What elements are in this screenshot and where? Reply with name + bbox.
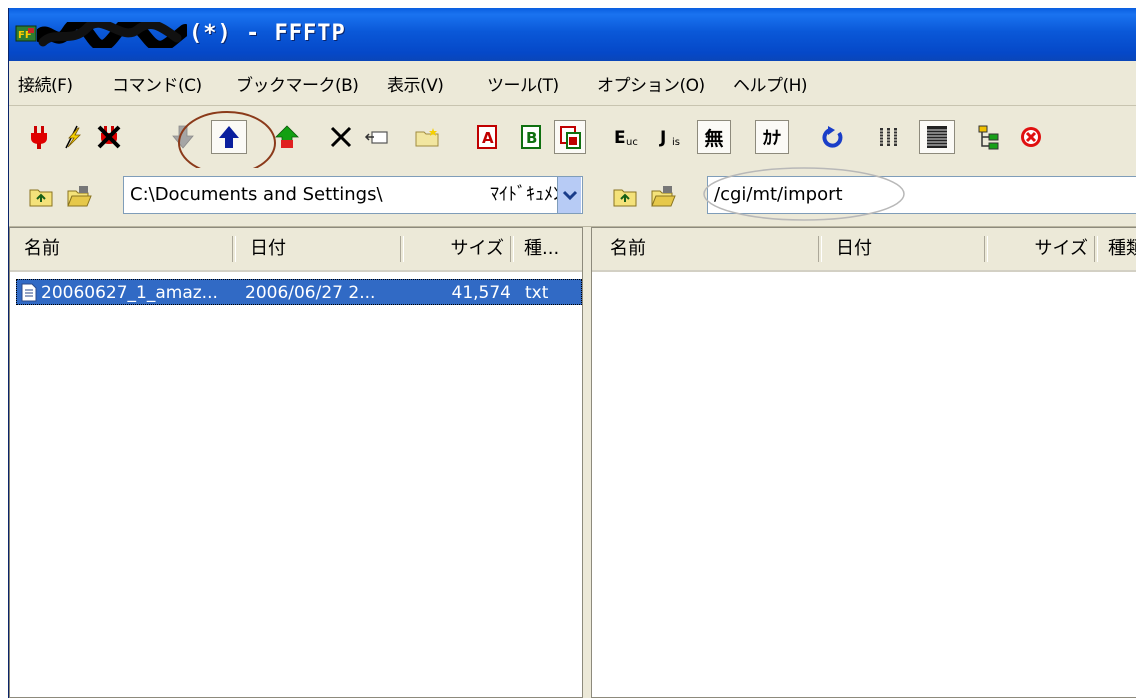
local-path-dropdown-button[interactable] bbox=[557, 177, 581, 213]
remote-list-header: 名前 日付 サイズ 種類 bbox=[592, 228, 1136, 272]
euc-subscript: uc bbox=[626, 137, 638, 148]
ffftp-window: FF (*) - FFFTP 接続(F) コマンド(C) ブックマーク(B) 表… bbox=[8, 8, 1136, 698]
table-row[interactable]: 20060627_1_amaz... 2006/06/27 2... 41,57… bbox=[16, 279, 582, 305]
remote-parent-folder-icon[interactable] bbox=[611, 182, 639, 210]
refresh-button[interactable] bbox=[817, 120, 849, 154]
auto-mode-button[interactable] bbox=[554, 120, 586, 154]
local-file-list[interactable]: 名前 日付 サイズ 種... 20060627_1_amaz... 2006/0… bbox=[9, 227, 583, 698]
jis-subscript: is bbox=[672, 137, 680, 148]
local-col-name[interactable]: 名前 bbox=[24, 228, 224, 270]
list-view-button[interactable] bbox=[873, 120, 905, 154]
local-list-header: 名前 日付 サイズ 種... bbox=[10, 228, 582, 272]
binary-mode-label: B bbox=[526, 129, 537, 147]
local-path-text: C:\Documents and Settings\ bbox=[130, 184, 383, 205]
auto-mode-icon bbox=[560, 126, 581, 149]
tree-button[interactable] bbox=[973, 120, 1005, 154]
local-col-type[interactable]: 種... bbox=[524, 228, 574, 270]
menu-connect[interactable]: 接続(F) bbox=[18, 71, 73, 96]
remote-col-size[interactable]: サイズ bbox=[994, 228, 1088, 270]
stop-icon bbox=[1021, 127, 1041, 147]
delete-icon bbox=[330, 126, 352, 148]
mkdir-icon bbox=[415, 128, 439, 147]
list-view-icon bbox=[879, 128, 899, 146]
mkdir-button[interactable] bbox=[411, 120, 443, 154]
local-parent-folder-icon[interactable] bbox=[27, 182, 55, 210]
delete-button[interactable] bbox=[325, 120, 357, 154]
ascii-mode-icon: A bbox=[477, 125, 497, 149]
local-open-folder-icon[interactable] bbox=[65, 182, 93, 210]
tree-icon bbox=[978, 125, 999, 150]
quick-connect-button[interactable] bbox=[57, 120, 89, 154]
menu-view[interactable]: 表示(V) bbox=[387, 71, 444, 96]
window-title: (*) - FFFTP bbox=[189, 21, 346, 46]
no-convert-icon: 無 bbox=[704, 127, 724, 150]
app-icon: FF bbox=[15, 25, 37, 42]
ascii-mode-button[interactable]: A bbox=[471, 120, 503, 154]
menu-tools[interactable]: ツール(T) bbox=[487, 71, 559, 96]
euc-label: E bbox=[614, 128, 626, 148]
jis-label: J bbox=[659, 128, 666, 148]
file-type: txt bbox=[525, 283, 549, 303]
detail-view-button[interactable] bbox=[919, 120, 955, 154]
kana-convert-icon: ｶﾅ bbox=[763, 128, 781, 149]
path-bar: C:\Documents and Settings\ ﾏｲﾄﾞｷｭﾒﾝﾄ /cg… bbox=[9, 167, 1136, 227]
menu-help[interactable]: ヘルプ(H) bbox=[733, 71, 808, 96]
local-col-size[interactable]: サイズ bbox=[410, 228, 504, 270]
quick-connect-icon bbox=[65, 125, 81, 149]
remote-col-date[interactable]: 日付 bbox=[836, 228, 976, 270]
euc-button[interactable]: E uc bbox=[611, 120, 649, 154]
file-size: 41,574 bbox=[451, 283, 511, 303]
binary-mode-icon: B bbox=[521, 125, 541, 149]
remote-col-name[interactable]: 名前 bbox=[610, 228, 810, 270]
annotation-ellipse-remote-path bbox=[703, 167, 905, 221]
no-convert-button[interactable]: 無 bbox=[697, 120, 731, 154]
title-bar[interactable]: FF (*) - FFFTP bbox=[9, 8, 1136, 61]
menu-bar: 接続(F) コマンド(C) ブックマーク(B) 表示(V) ツール(T) オプシ… bbox=[9, 61, 1136, 106]
toolbar: A B E uc J is 無 ｶﾅ bbox=[9, 106, 1136, 175]
menu-options[interactable]: オプション(O) bbox=[597, 71, 705, 96]
connect-button[interactable] bbox=[23, 120, 55, 154]
remote-file-list[interactable]: 名前 日付 サイズ 種類 bbox=[591, 227, 1136, 698]
menu-bookmark[interactable]: ブックマーク(B) bbox=[236, 71, 359, 96]
text-file-icon bbox=[21, 283, 37, 302]
ascii-mode-label: A bbox=[482, 129, 494, 147]
disconnect-icon bbox=[97, 125, 121, 149]
file-date: 2006/06/27 2... bbox=[245, 283, 376, 303]
euc-icon: E uc bbox=[614, 128, 638, 148]
local-path-combo[interactable]: C:\Documents and Settings\ ﾏｲﾄﾞｷｭﾒﾝﾄ bbox=[123, 176, 583, 214]
redacted-scribble bbox=[37, 22, 187, 48]
kana-convert-button[interactable]: ｶﾅ bbox=[755, 120, 789, 154]
rename-icon bbox=[364, 131, 388, 144]
jis-icon: J is bbox=[659, 128, 680, 148]
disconnect-button[interactable] bbox=[93, 120, 125, 154]
remote-col-type[interactable]: 種類 bbox=[1108, 228, 1136, 270]
connect-icon bbox=[31, 126, 47, 149]
jis-button[interactable]: J is bbox=[657, 120, 695, 154]
local-col-date[interactable]: 日付 bbox=[250, 228, 390, 270]
remote-open-folder-icon[interactable] bbox=[649, 182, 677, 210]
refresh-icon bbox=[822, 126, 843, 148]
rename-button[interactable] bbox=[361, 120, 393, 154]
menu-command[interactable]: コマンド(C) bbox=[112, 71, 202, 96]
file-name: 20060627_1_amaz... bbox=[41, 283, 218, 303]
chevron-down-icon bbox=[562, 190, 578, 201]
detail-view-icon bbox=[927, 126, 947, 148]
binary-mode-button[interactable]: B bbox=[515, 120, 547, 154]
stop-button[interactable] bbox=[1015, 120, 1047, 154]
